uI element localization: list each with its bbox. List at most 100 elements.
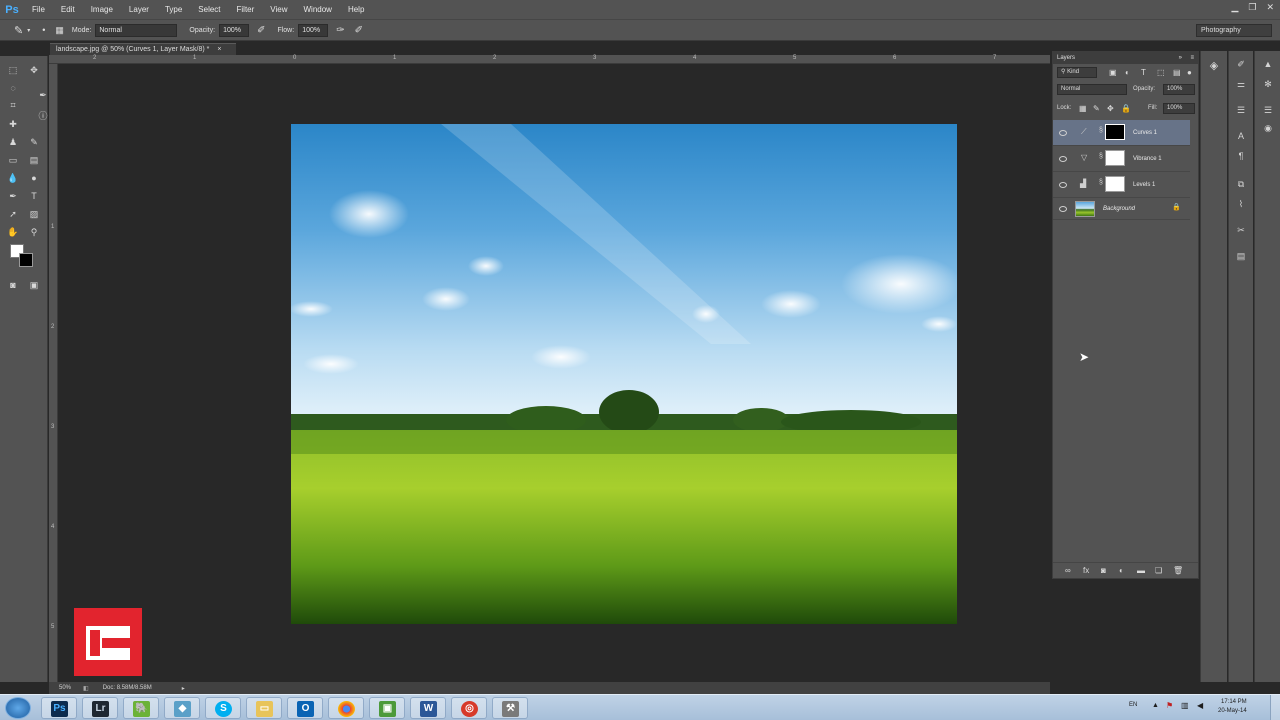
color-icon[interactable]: ◉ [1260,123,1276,134]
visibility-eye-icon[interactable] [1059,182,1067,188]
landscape-image[interactable] [291,124,957,624]
ruler-vertical[interactable]: 1 2 3 4 5 [49,64,58,682]
lock-transparent-icon[interactable]: ▦ [1079,104,1087,113]
menu-image[interactable]: Image [83,5,121,14]
brush-presets-icon[interactable]: ⚌ [1233,79,1249,90]
paragraph-icon[interactable]: ¶ [1233,151,1249,161]
visibility-eye-icon[interactable] [1059,206,1067,212]
layer-name[interactable]: Background [1103,206,1135,212]
paragraph-styles-icon[interactable]: ☰ [1233,105,1249,116]
status-info-icon[interactable]: ◧ [83,685,89,692]
language-indicator[interactable]: EN [1129,702,1137,708]
layer-row-vibrance[interactable]: ▽ § Vibrance 1 [1053,146,1190,172]
layer-filter-select[interactable]: ⚲ Kind [1057,67,1097,78]
pressure-opacity-icon[interactable]: ✐ [257,25,265,36]
pressure-size-icon[interactable]: ✐ [355,25,363,36]
fill-field[interactable]: 100% [1163,103,1195,114]
mask-link-icon[interactable]: § [1099,127,1103,134]
taskbar-app-evernote[interactable]: 🐘 [123,697,159,719]
layer-row-levels[interactable]: ▟ § Levels 1 [1053,172,1190,198]
clone-source-icon[interactable]: ⧉ [1233,179,1249,190]
navigator-icon[interactable]: ✻ [1260,79,1276,90]
restore-icon[interactable]: ❐ [1248,2,1256,13]
taskbar-app-lightroom[interactable]: Lr [82,697,118,719]
menu-help[interactable]: Help [340,5,372,14]
windows-start-icon[interactable] [5,697,31,719]
layers-panel-title[interactable]: Layers » ≡ [1053,52,1198,64]
menu-type[interactable]: Type [157,5,190,14]
layer-mask-thumbnail[interactable] [1105,124,1125,140]
mask-link-icon[interactable]: § [1099,179,1103,186]
lasso-tool-icon[interactable]: ◌ [6,82,20,94]
menu-view[interactable]: View [262,5,295,14]
layer-name[interactable]: Levels 1 [1133,182,1155,188]
quick-mask-icon[interactable]: ◙ [6,279,20,291]
taskbar-app-word[interactable]: W [410,697,446,719]
menu-window[interactable]: Window [296,5,340,14]
menu-select[interactable]: Select [190,5,228,14]
tray-expand-icon[interactable]: ▲ [1152,702,1159,709]
document-tab[interactable]: landscape.jpg @ 50% (Curves 1, Layer Mas… [50,43,236,55]
layers-panel-icon[interactable]: ◈ [1206,59,1222,72]
shape-tool-icon[interactable]: ▨ [27,208,41,220]
collapse-panel-icon[interactable]: » [1179,52,1182,64]
healing-tool-icon[interactable]: ✚ [6,118,20,130]
background-color-swatch[interactable] [19,253,33,267]
taskbar-app-outlook[interactable]: O [287,697,323,719]
zoom-level[interactable]: 50% [59,685,71,691]
filter-smart-object-icon[interactable]: ▤ [1173,68,1181,77]
brush-size-icon[interactable]: • [42,25,45,35]
history-brush-icon[interactable]: ✎ [27,136,41,148]
zoom-tool-icon[interactable]: ⚲ [27,226,41,238]
marquee-tool-icon[interactable]: ⬚ [6,64,20,76]
gradient-tool-icon[interactable]: ▤ [27,154,41,166]
opacity-field[interactable]: 100% [219,23,250,37]
mask-link-icon[interactable]: § [1099,153,1103,160]
taskbar-app-file-explorer[interactable]: ▭ [246,697,282,719]
eraser-tool-icon[interactable]: ▭ [6,154,20,166]
taskbar-app-tools[interactable]: ⚒ [492,697,528,719]
tray-flag-icon[interactable]: ⚑ [1166,701,1173,710]
menu-edit[interactable]: Edit [53,5,83,14]
link-layers-icon[interactable]: ∞ [1065,566,1071,575]
layer-row-background[interactable]: Background 🔒 [1053,198,1190,220]
clock-date[interactable]: 20-May-14 [1218,708,1247,714]
lock-all-icon[interactable]: 🔒 [1121,104,1131,113]
layer-mask-thumbnail[interactable] [1105,176,1125,192]
taskbar-app-green[interactable]: ▣ [369,697,405,719]
tray-volume-icon[interactable]: ◀ [1197,701,1203,710]
new-layer-icon[interactable]: ❏ [1155,566,1162,575]
blur-tool-icon[interactable]: 💧 [6,172,20,184]
airbrush-icon[interactable]: ✑ [336,25,344,36]
visibility-eye-icon[interactable] [1059,130,1067,136]
type-tool-icon[interactable]: T [27,190,41,202]
histogram-icon[interactable]: ▲ [1260,59,1276,69]
visibility-eye-icon[interactable] [1059,156,1067,162]
lock-pixels-icon[interactable]: ✎ [1093,104,1100,113]
menu-file[interactable]: File [24,5,53,14]
show-desktop-button[interactable] [1270,695,1280,720]
layer-name[interactable]: Vibrance 1 [1133,156,1162,162]
delete-layer-icon[interactable]: 🗑 [1173,566,1183,575]
paths-icon[interactable]: ⌇ [1233,199,1249,210]
move-tool-icon[interactable]: ✥ [27,64,41,76]
clock-time[interactable]: 17:14 PM [1221,699,1247,705]
brush-tool-icon[interactable]: ✎ [14,24,23,37]
filter-shape-icon[interactable]: ⬚ [1157,68,1165,77]
history-panel-icon[interactable]: ▤ [1233,251,1249,262]
pen-tool-icon[interactable]: ✒ [6,190,20,202]
eyedropper-tool-icon[interactable]: ✒ [36,89,50,101]
flow-field[interactable]: 100% [298,23,329,37]
tray-network-icon[interactable]: ▥ [1181,701,1189,710]
adjustments-icon[interactable]: ☰ [1260,105,1276,116]
fx-icon[interactable]: fx [1083,566,1089,575]
layer-row-curves[interactable]: ⟋ § Curves 1 [1053,120,1190,146]
crop-tool-icon[interactable]: ⌗ [6,99,20,111]
taskbar-app-chrome[interactable] [328,697,364,719]
menu-filter[interactable]: Filter [229,5,263,14]
tool-presets-icon[interactable]: ✂ [1233,225,1249,236]
blend-mode-select[interactable]: Normal [1057,84,1127,95]
path-select-icon[interactable]: ➚ [6,208,20,220]
filter-adjustment-icon[interactable]: ◐ [1125,68,1130,77]
filter-pixel-icon[interactable]: ▣ [1109,68,1117,77]
